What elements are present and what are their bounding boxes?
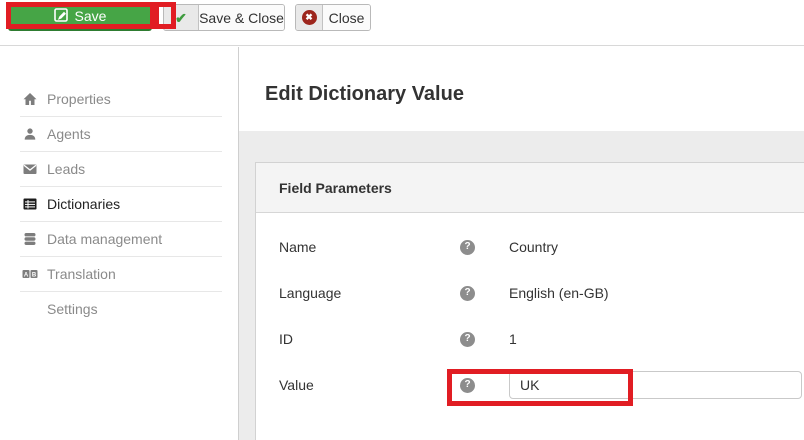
field-value-id: 1: [509, 331, 517, 347]
field-value-language: English (en-GB): [509, 285, 609, 301]
help-icon[interactable]: ?: [460, 239, 475, 255]
toolbar: Save ✔ Save & Close ✖ Close: [0, 0, 804, 46]
check-icon: ✔: [164, 5, 199, 30]
person-icon: [22, 126, 38, 142]
field-label: Language: [279, 285, 342, 301]
content-area: Field Parameters Name ? Country Language…: [239, 131, 804, 440]
panel-body: Name ? Country Language ? English (en-GB…: [256, 213, 804, 408]
sidebar-item-label: Leads: [47, 160, 86, 177]
sidebar-item-label: Data management: [47, 230, 163, 247]
save-button[interactable]: Save: [8, 4, 152, 31]
sidebar-item-label: Settings: [47, 300, 98, 317]
field-label: Value: [279, 377, 314, 393]
sidebar-item-label: Dictionaries: [47, 195, 121, 212]
help-icon[interactable]: ?: [460, 285, 475, 301]
database-icon: [22, 231, 38, 247]
close-button-label: Close: [323, 5, 370, 30]
sidebar-item-label: Translation: [47, 265, 116, 282]
table-list-icon: [22, 196, 38, 212]
panel-title: Field Parameters: [279, 179, 392, 196]
sidebar-item-data-management[interactable]: Data management: [0, 221, 238, 256]
field-row-name: Name ? Country: [256, 224, 804, 270]
save-and-close-label: Save & Close: [199, 5, 284, 30]
envelope-icon: [22, 161, 38, 177]
page-title: Edit Dictionary Value: [265, 83, 464, 105]
sidebar-item-properties[interactable]: Properties: [0, 81, 238, 116]
sidebar-item-label: Properties: [47, 90, 111, 107]
value-input[interactable]: [509, 371, 802, 399]
field-label: ID: [279, 331, 293, 347]
sidebar-item-label: Agents: [47, 125, 91, 142]
field-row-value: Value ?: [256, 362, 804, 408]
sidebar: Properties Agents Leads Dictionaries Dat…: [0, 47, 239, 440]
sidebar-item-translation[interactable]: A B Translation: [0, 256, 238, 291]
sidebar-item-leads[interactable]: Leads: [0, 151, 238, 186]
panel-header: Field Parameters: [256, 163, 804, 213]
main-content: Edit Dictionary Value Field Parameters N…: [239, 47, 804, 440]
cancel-icon: ✖: [296, 5, 323, 30]
field-row-language: Language ? English (en-GB): [256, 270, 804, 316]
home-icon: [22, 91, 38, 107]
save-pencil-icon: [53, 7, 68, 25]
sidebar-item-settings[interactable]: Settings: [0, 291, 238, 326]
translation-icon: A B: [22, 266, 38, 282]
sidebar-item-dictionaries[interactable]: Dictionaries: [0, 186, 238, 221]
field-value-name: Country: [509, 239, 559, 255]
app-window: Save ✔ Save & Close ✖ Close Properties A…: [0, 0, 804, 440]
save-button-label: Save: [74, 8, 107, 24]
save-and-close-button[interactable]: ✔ Save & Close: [163, 4, 285, 31]
help-icon[interactable]: ?: [460, 331, 475, 347]
svg-text:B: B: [32, 272, 37, 278]
field-label: Name: [279, 239, 317, 255]
sidebar-item-agents[interactable]: Agents: [0, 116, 238, 151]
svg-text:A: A: [24, 272, 29, 278]
close-button[interactable]: ✖ Close: [295, 4, 371, 31]
field-parameters-panel: Field Parameters Name ? Country Language…: [255, 162, 804, 440]
field-row-id: ID ? 1: [256, 316, 804, 362]
help-icon[interactable]: ?: [460, 377, 475, 393]
